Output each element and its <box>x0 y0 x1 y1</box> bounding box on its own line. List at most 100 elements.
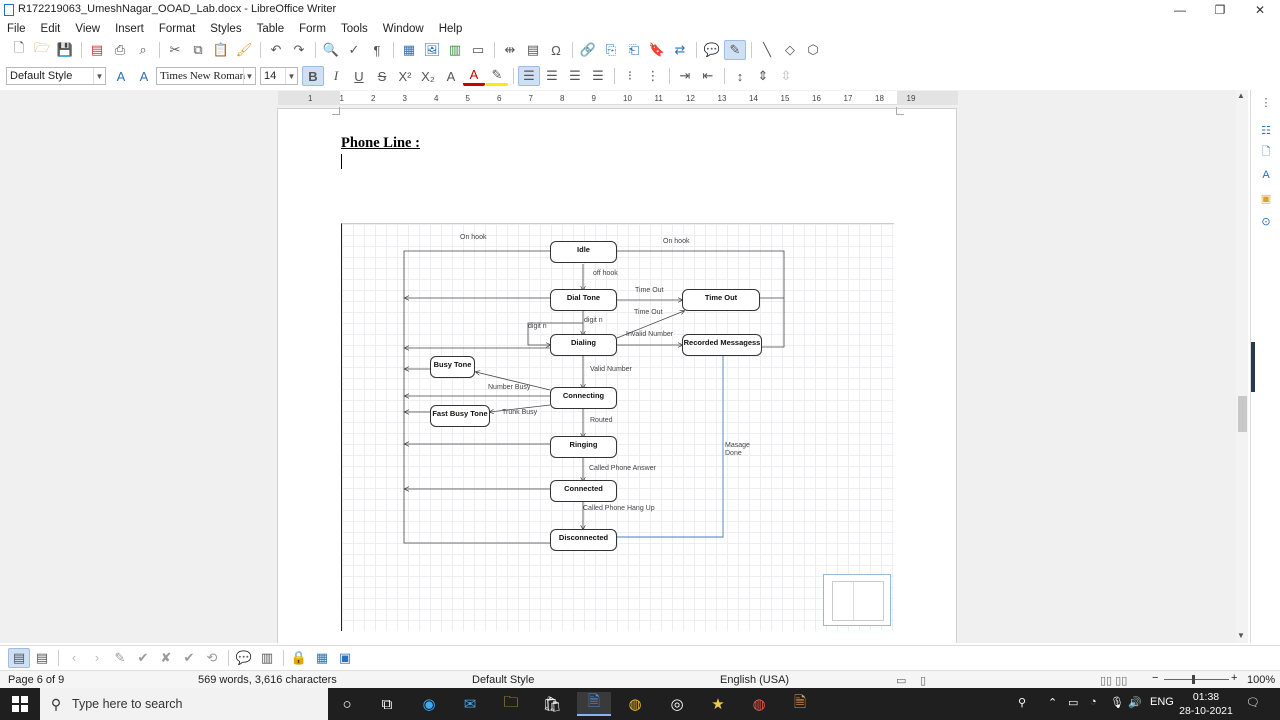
track-icon-2[interactable]: ✔ <box>132 648 154 668</box>
zoom-level[interactable]: 100% <box>1247 674 1275 686</box>
compare-icon[interactable]: ▥ <box>256 648 278 668</box>
cortana-icon[interactable]: ○ <box>330 692 364 716</box>
spelling-icon[interactable]: ✓ <box>343 40 365 60</box>
superscript-button[interactable]: X² <box>394 66 416 86</box>
export-pdf-icon[interactable]: ▤ <box>86 40 108 60</box>
insert-caption-icon[interactable]: ▤ <box>8 647 30 668</box>
bold-button[interactable]: B <box>302 66 324 86</box>
numbered-list-icon[interactable]: ⋮ <box>642 66 664 86</box>
insert-table-icon[interactable]: ▦ <box>398 40 420 60</box>
font-color-icon[interactable]: A <box>463 66 485 86</box>
input-language[interactable]: ENG <box>1150 696 1174 708</box>
page-count[interactable]: Page 6 of 9 <box>8 674 64 686</box>
decrease-indent-icon[interactable]: ⇤ <box>697 66 719 86</box>
new-document-icon[interactable]: 🗋 <box>8 40 30 60</box>
horizontal-ruler[interactable]: 1 1 2 3 4 5 6 7 8 9 10 11 12 13 14 15 16 17 18 19 <box>278 91 958 105</box>
chrome-icon[interactable]: ◍ <box>618 692 652 716</box>
draw-functions-icon[interactable]: ⬡ <box>802 40 824 60</box>
app-icon-circle[interactable]: ◎ <box>660 692 694 716</box>
document-app-icon[interactable]: 🗎 <box>783 692 817 716</box>
menu-edit[interactable]: Edit <box>34 23 69 35</box>
zoom-slider[interactable] <box>1164 679 1229 680</box>
menu-table[interactable]: Table <box>250 23 293 35</box>
zoom-in-icon[interactable]: + <box>1231 672 1237 684</box>
edge-icon[interactable]: ◉ <box>412 692 446 716</box>
page-icon[interactable]: 🗋 <box>1258 144 1274 160</box>
line-spacing-icon[interactable]: ↕ <box>729 66 751 86</box>
insert-index-icon[interactable]: ▤ <box>31 648 53 668</box>
open-folder-icon[interactable]: 🗁 <box>31 40 53 60</box>
menu-window[interactable]: Window <box>376 23 432 35</box>
bullet-list-icon[interactable]: ⁝ <box>619 66 641 86</box>
system-clock[interactable]: 01:38 28-10-2021 <box>1178 690 1234 718</box>
document-workspace[interactable]: 1 1 2 3 4 5 6 7 8 9 10 11 12 13 14 15 16 17 18 19 Phone Lin… <box>0 90 1236 643</box>
special-character-icon[interactable]: Ω <box>545 40 567 60</box>
menu-help[interactable]: Help <box>432 23 471 35</box>
notifications-icon[interactable]: 🗨 <box>1246 696 1260 709</box>
file-explorer-icon[interactable]: 🗀 <box>494 692 528 716</box>
redo-icon[interactable]: ↷ <box>288 40 310 60</box>
writer-taskbar-icon[interactable]: 🗎 <box>577 692 611 716</box>
decrease-spacing-icon[interactable]: ⇳ <box>775 66 797 86</box>
image-preview-thumbnail[interactable] <box>823 574 891 626</box>
document-page[interactable]: Phone Line : Idle Dial Tone Time Out Dia… <box>277 107 957 643</box>
menu-tools[interactable]: Tools <box>334 23 376 35</box>
language[interactable]: English (USA) <box>720 674 789 686</box>
star-app-icon[interactable]: ★ <box>701 692 735 716</box>
view-layout-icon[interactable]: ▯▯ ▯▯ <box>1100 674 1127 687</box>
cut-icon[interactable]: ✂ <box>164 40 186 60</box>
track-changes-icon[interactable]: ✎ <box>724 40 746 60</box>
mic-icon[interactable]: 🎙 <box>1110 696 1124 709</box>
save-icon[interactable]: 💾 <box>54 40 76 60</box>
insert-chart-icon[interactable]: ▥ <box>444 40 466 60</box>
styles-icon[interactable]: A <box>1258 167 1274 183</box>
track-icon-5[interactable]: ⟲ <box>201 648 223 668</box>
word-count[interactable]: 569 words, 3,616 characters <box>198 674 337 686</box>
navigator-icon[interactable]: ⊙ <box>1258 213 1274 229</box>
gallery-icon[interactable]: ▣ <box>1258 190 1274 206</box>
update-style-icon[interactable]: A <box>110 66 132 86</box>
font-name-select[interactable]: Times New Roman ▼ <box>156 67 256 85</box>
insert-image-icon[interactable]: 🖼 <box>421 40 443 60</box>
paragraph-style-select[interactable]: Default Style ▼ <box>6 67 106 85</box>
comment-icon[interactable]: 💬 <box>701 40 723 60</box>
copy-icon[interactable]: ⧉ <box>187 40 209 60</box>
cross-reference-icon[interactable]: ⇄ <box>669 40 691 60</box>
table-props-icon[interactable]: ▦ <box>311 648 333 668</box>
previous-icon[interactable]: ‹ <box>63 648 85 668</box>
track-icon-3[interactable]: ✘ <box>155 648 177 668</box>
mail-icon[interactable]: ✉ <box>453 692 487 716</box>
endnote-icon[interactable]: ⎗ <box>623 40 645 60</box>
comment-bottom-icon[interactable]: 💬 <box>233 648 255 668</box>
find-replace-icon[interactable]: 🔍 <box>320 40 342 60</box>
zoom-knob[interactable] <box>1192 675 1195 684</box>
scroll-thumb[interactable] <box>1238 396 1247 432</box>
scroll-down-icon[interactable]: ▼ <box>1237 631 1245 640</box>
clear-formatting-icon[interactable]: A <box>440 66 462 86</box>
font-size-select[interactable]: 14 ▼ <box>260 67 298 85</box>
hyperlink-icon[interactable]: 🔗 <box>577 40 599 60</box>
align-left-icon[interactable]: ☰ <box>518 66 540 86</box>
chrome-profile-icon[interactable]: ◍ <box>742 692 776 716</box>
subscript-button[interactable]: X₂ <box>417 66 439 86</box>
insert-field-icon[interactable]: ▤ <box>522 40 544 60</box>
italic-button[interactable]: I <box>325 66 347 86</box>
sidebar-menu-icon[interactable]: ⋮ <box>1258 94 1274 110</box>
wifi-icon[interactable]: ◔ <box>1090 696 1097 708</box>
track-icon-1[interactable]: ✎ <box>109 648 131 668</box>
strikethrough-button[interactable]: S <box>371 66 393 86</box>
page-break-icon[interactable]: ⇹ <box>499 40 521 60</box>
menu-form[interactable]: Form <box>292 23 334 35</box>
clone-formatting-icon[interactable]: 🖌 <box>233 40 255 60</box>
maximize-button[interactable]: ❐ <box>1200 0 1240 20</box>
show-hidden-icons[interactable]: ⌃ <box>1048 696 1057 709</box>
taskbar-search-input[interactable]: ⚲ Type here to search <box>40 688 328 720</box>
new-style-icon[interactable]: A <box>133 66 155 86</box>
properties-icon[interactable]: ☷ <box>1258 122 1274 138</box>
battery-icon[interactable]: ▭ <box>1068 696 1078 709</box>
footnote-icon[interactable]: ⎘ <box>600 40 622 60</box>
volume-icon[interactable]: 🔊 <box>1128 696 1142 709</box>
print-preview-icon[interactable]: ⌕ <box>132 40 154 60</box>
track-icon-4[interactable]: ✔ <box>178 648 200 668</box>
highlight-color-icon[interactable]: ✎ <box>486 66 508 86</box>
